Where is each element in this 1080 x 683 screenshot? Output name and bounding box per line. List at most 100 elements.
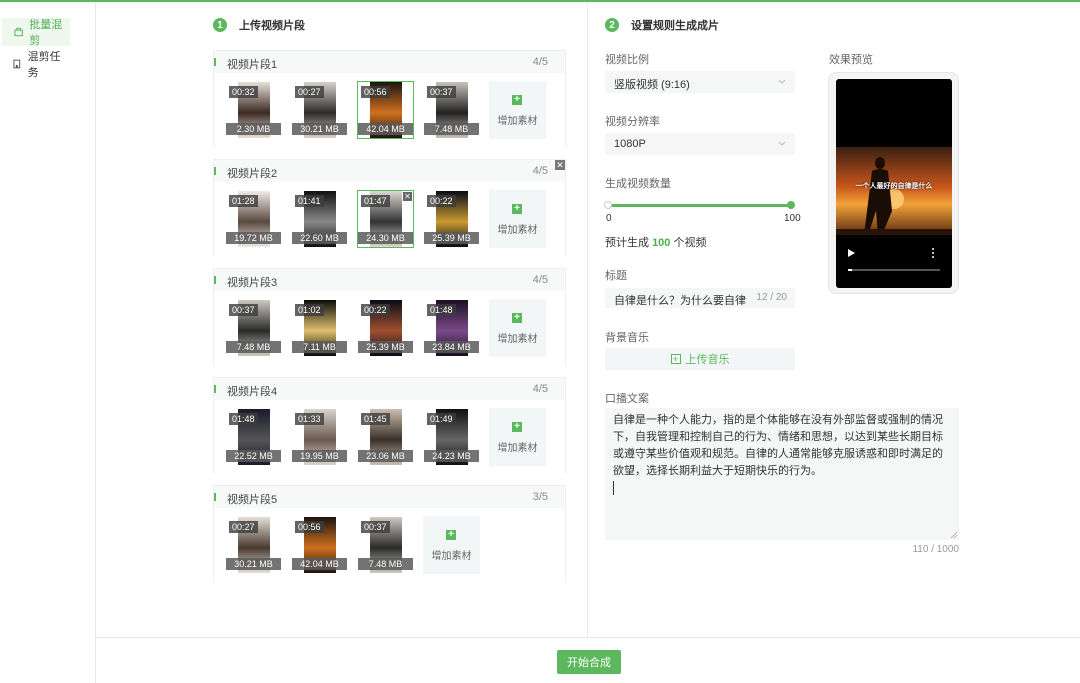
clip-thumbnail[interactable]: 00:37 7.48 MB [423, 81, 480, 139]
clip-thumbnail[interactable]: 01:02 7.11 MB [291, 299, 348, 357]
text-cursor [613, 481, 614, 495]
segment-title: 视频片段3 [227, 277, 278, 289]
add-material-button[interactable]: + 增加素材 [423, 516, 480, 574]
clip-thumbnail[interactable]: 00:37 7.48 MB [225, 299, 282, 357]
remove-clip-icon[interactable]: ✕ [403, 192, 412, 201]
clip-duration: 01:47 [361, 195, 390, 207]
clip-thumbnail[interactable]: 00:27 30.21 MB [225, 516, 282, 574]
segment-count: 3/5 [532, 491, 548, 503]
add-material-button[interactable]: + 增加素材 [489, 81, 546, 139]
start-compose-button[interactable]: 开始合成 [557, 650, 621, 674]
video-segment: 视频片段2 4/5 01:28 19.72 MB 01:41 22.60 MB 01:47 2… [213, 159, 566, 256]
add-material-button[interactable]: + 增加素材 [489, 190, 546, 248]
segment-body: 00:27 30.21 MB 00:56 42.04 MB 00:37 7.48 MB + 增… [214, 508, 565, 582]
video-count-slider[interactable] [604, 201, 795, 209]
sidebar-item-mix-tasks[interactable]: 混剪任务 [2, 50, 70, 79]
clip-thumbnail[interactable]: 01:28 19.72 MB [225, 190, 282, 248]
clip-duration: 01:48 [427, 304, 456, 316]
segment-close-icon[interactable]: ✕ [555, 160, 565, 170]
clip-duration: 00:27 [295, 86, 324, 98]
video-count-label: 生成视频数量 [605, 178, 671, 190]
segment-count: 4/5 [532, 383, 548, 395]
segment-title: 视频片段4 [227, 386, 278, 398]
clip-thumbnail[interactable]: 00:27 30.21 MB [291, 81, 348, 139]
segment-title: 视频片段2 [227, 168, 278, 180]
add-material-label: 增加素材 [497, 116, 538, 127]
upload-music-button[interactable]: + 上传音乐 [605, 348, 795, 370]
footer-bar: 开始合成 [96, 637, 1080, 683]
video-segment: 视频片段4 4/5 01:48 22.52 MB 01:33 19.95 MB 01:45 2… [213, 377, 566, 474]
clip-duration: 00:22 [361, 304, 390, 316]
video-segment: 视频片段3 4/5 00:37 7.48 MB 01:02 7.11 MB 00:22 25.… [213, 268, 566, 365]
clip-size: 7.48 MB [424, 123, 479, 135]
segment-body: 00:32 2.30 MB 00:27 30.21 MB 00:56 42.04 MB 00… [214, 73, 565, 147]
step-settings-header: 2 设置规则生成成片 [605, 17, 719, 33]
phone-preview: 一个人最好的自律是什么 [828, 72, 959, 294]
sidebar-item-batch-mix[interactable]: 批量混剪 [2, 18, 70, 47]
segment-title: 视频片段5 [227, 494, 278, 506]
play-icon [848, 249, 855, 257]
clip-thumbnail[interactable]: 01:49 24.23 MB [423, 408, 480, 466]
preview-video[interactable]: 一个人最好的自律是什么 [836, 79, 952, 288]
clip-size: 22.60 MB [292, 232, 347, 244]
slider-knob[interactable] [787, 201, 795, 209]
title-char-count: 12 / 20 [756, 292, 787, 303]
plus-icon: + [512, 95, 522, 105]
plus-icon: + [512, 313, 522, 323]
clip-thumbnail[interactable]: 00:22 25.39 MB [423, 190, 480, 248]
step-title: 设置规则生成成片 [631, 20, 719, 32]
add-material-button[interactable]: + 增加素材 [489, 408, 546, 466]
clip-size: 7.11 MB [292, 341, 347, 353]
clip-thumbnail[interactable]: 01:45 23.06 MB [357, 408, 414, 466]
segment-header: 视频片段1 4/5 [214, 51, 565, 73]
step-number: 1 [213, 18, 227, 32]
preview-label: 效果预览 [829, 54, 873, 66]
clip-size: 30.21 MB [292, 123, 347, 135]
clip-size: 7.48 MB [358, 558, 413, 570]
segment-header: 视频片段2 4/5 [214, 160, 565, 182]
ratio-select[interactable]: 竖版视频 (9:16) [605, 71, 795, 93]
clip-thumbnail[interactable]: 00:37 7.48 MB [357, 516, 414, 574]
sidebar: 批量混剪 混剪任务 [0, 2, 96, 683]
resolution-select[interactable]: 1080P [605, 133, 795, 155]
music-label: 背景音乐 [605, 332, 649, 344]
clip-thumbnail[interactable]: 01:48 22.52 MB [225, 408, 282, 466]
clip-thumbnail[interactable]: 00:56 42.04 MB [291, 516, 348, 574]
clip-size: 22.52 MB [226, 450, 281, 462]
clip-duration: 00:37 [229, 304, 258, 316]
clip-thumbnail[interactable]: 00:22 25.39 MB [357, 299, 414, 357]
clip-thumbnail[interactable]: 01:47 24.30 MB ✕ [357, 190, 414, 248]
title-input[interactable]: 自律是什么？为什么要自律 12 / 20 [605, 288, 795, 308]
resolution-value: 1080P [614, 138, 646, 150]
segment-header: 视频片段5 3/5 [214, 486, 565, 508]
slider-min-knob[interactable] [604, 201, 612, 209]
plus-icon: + [512, 204, 522, 214]
resize-handle-icon[interactable] [951, 532, 957, 538]
ratio-label: 视频比例 [605, 54, 649, 66]
clip-size: 42.04 MB [358, 123, 413, 135]
script-textarea[interactable]: 自律是一种个人能力，指的是个体能够在没有外部监督或强制的情况下，自我管理和控制自… [605, 408, 959, 540]
clip-thumbnail[interactable]: 00:56 42.04 MB [357, 81, 414, 139]
clip-thumbnail[interactable]: 01:41 22.60 MB [291, 190, 348, 248]
plus-icon: + [446, 530, 456, 540]
clip-size: 19.72 MB [226, 232, 281, 244]
add-material-button[interactable]: + 增加素材 [489, 299, 546, 357]
clip-thumbnail[interactable]: 01:48 23.84 MB [423, 299, 480, 357]
chevron-down-icon [778, 79, 786, 84]
plus-icon: + [512, 422, 522, 432]
segment-count: 4/5 [532, 56, 548, 68]
upload-music-label: 上传音乐 [685, 354, 730, 366]
clip-thumbnail[interactable]: 01:33 19.95 MB [291, 408, 348, 466]
clip-duration: 00:32 [229, 86, 258, 98]
step-title: 上传视频片段 [239, 20, 305, 32]
clip-thumbnail[interactable]: 00:32 2.30 MB [225, 81, 282, 139]
segment-body: 00:37 7.48 MB 01:02 7.11 MB 00:22 25.39 MB 01:… [214, 291, 565, 365]
segment-count: 4/5 [532, 274, 548, 286]
building-icon [13, 59, 21, 69]
clip-size: 23.06 MB [358, 450, 413, 462]
video-segment: 视频片段5 3/5 00:27 30.21 MB 00:56 42.04 MB 00:37 7… [213, 485, 566, 582]
estimate-value: 100 [652, 237, 671, 249]
segment-count: 4/5 [532, 165, 548, 177]
add-material-label: 增加素材 [431, 551, 472, 562]
clip-size: 7.48 MB [226, 341, 281, 353]
